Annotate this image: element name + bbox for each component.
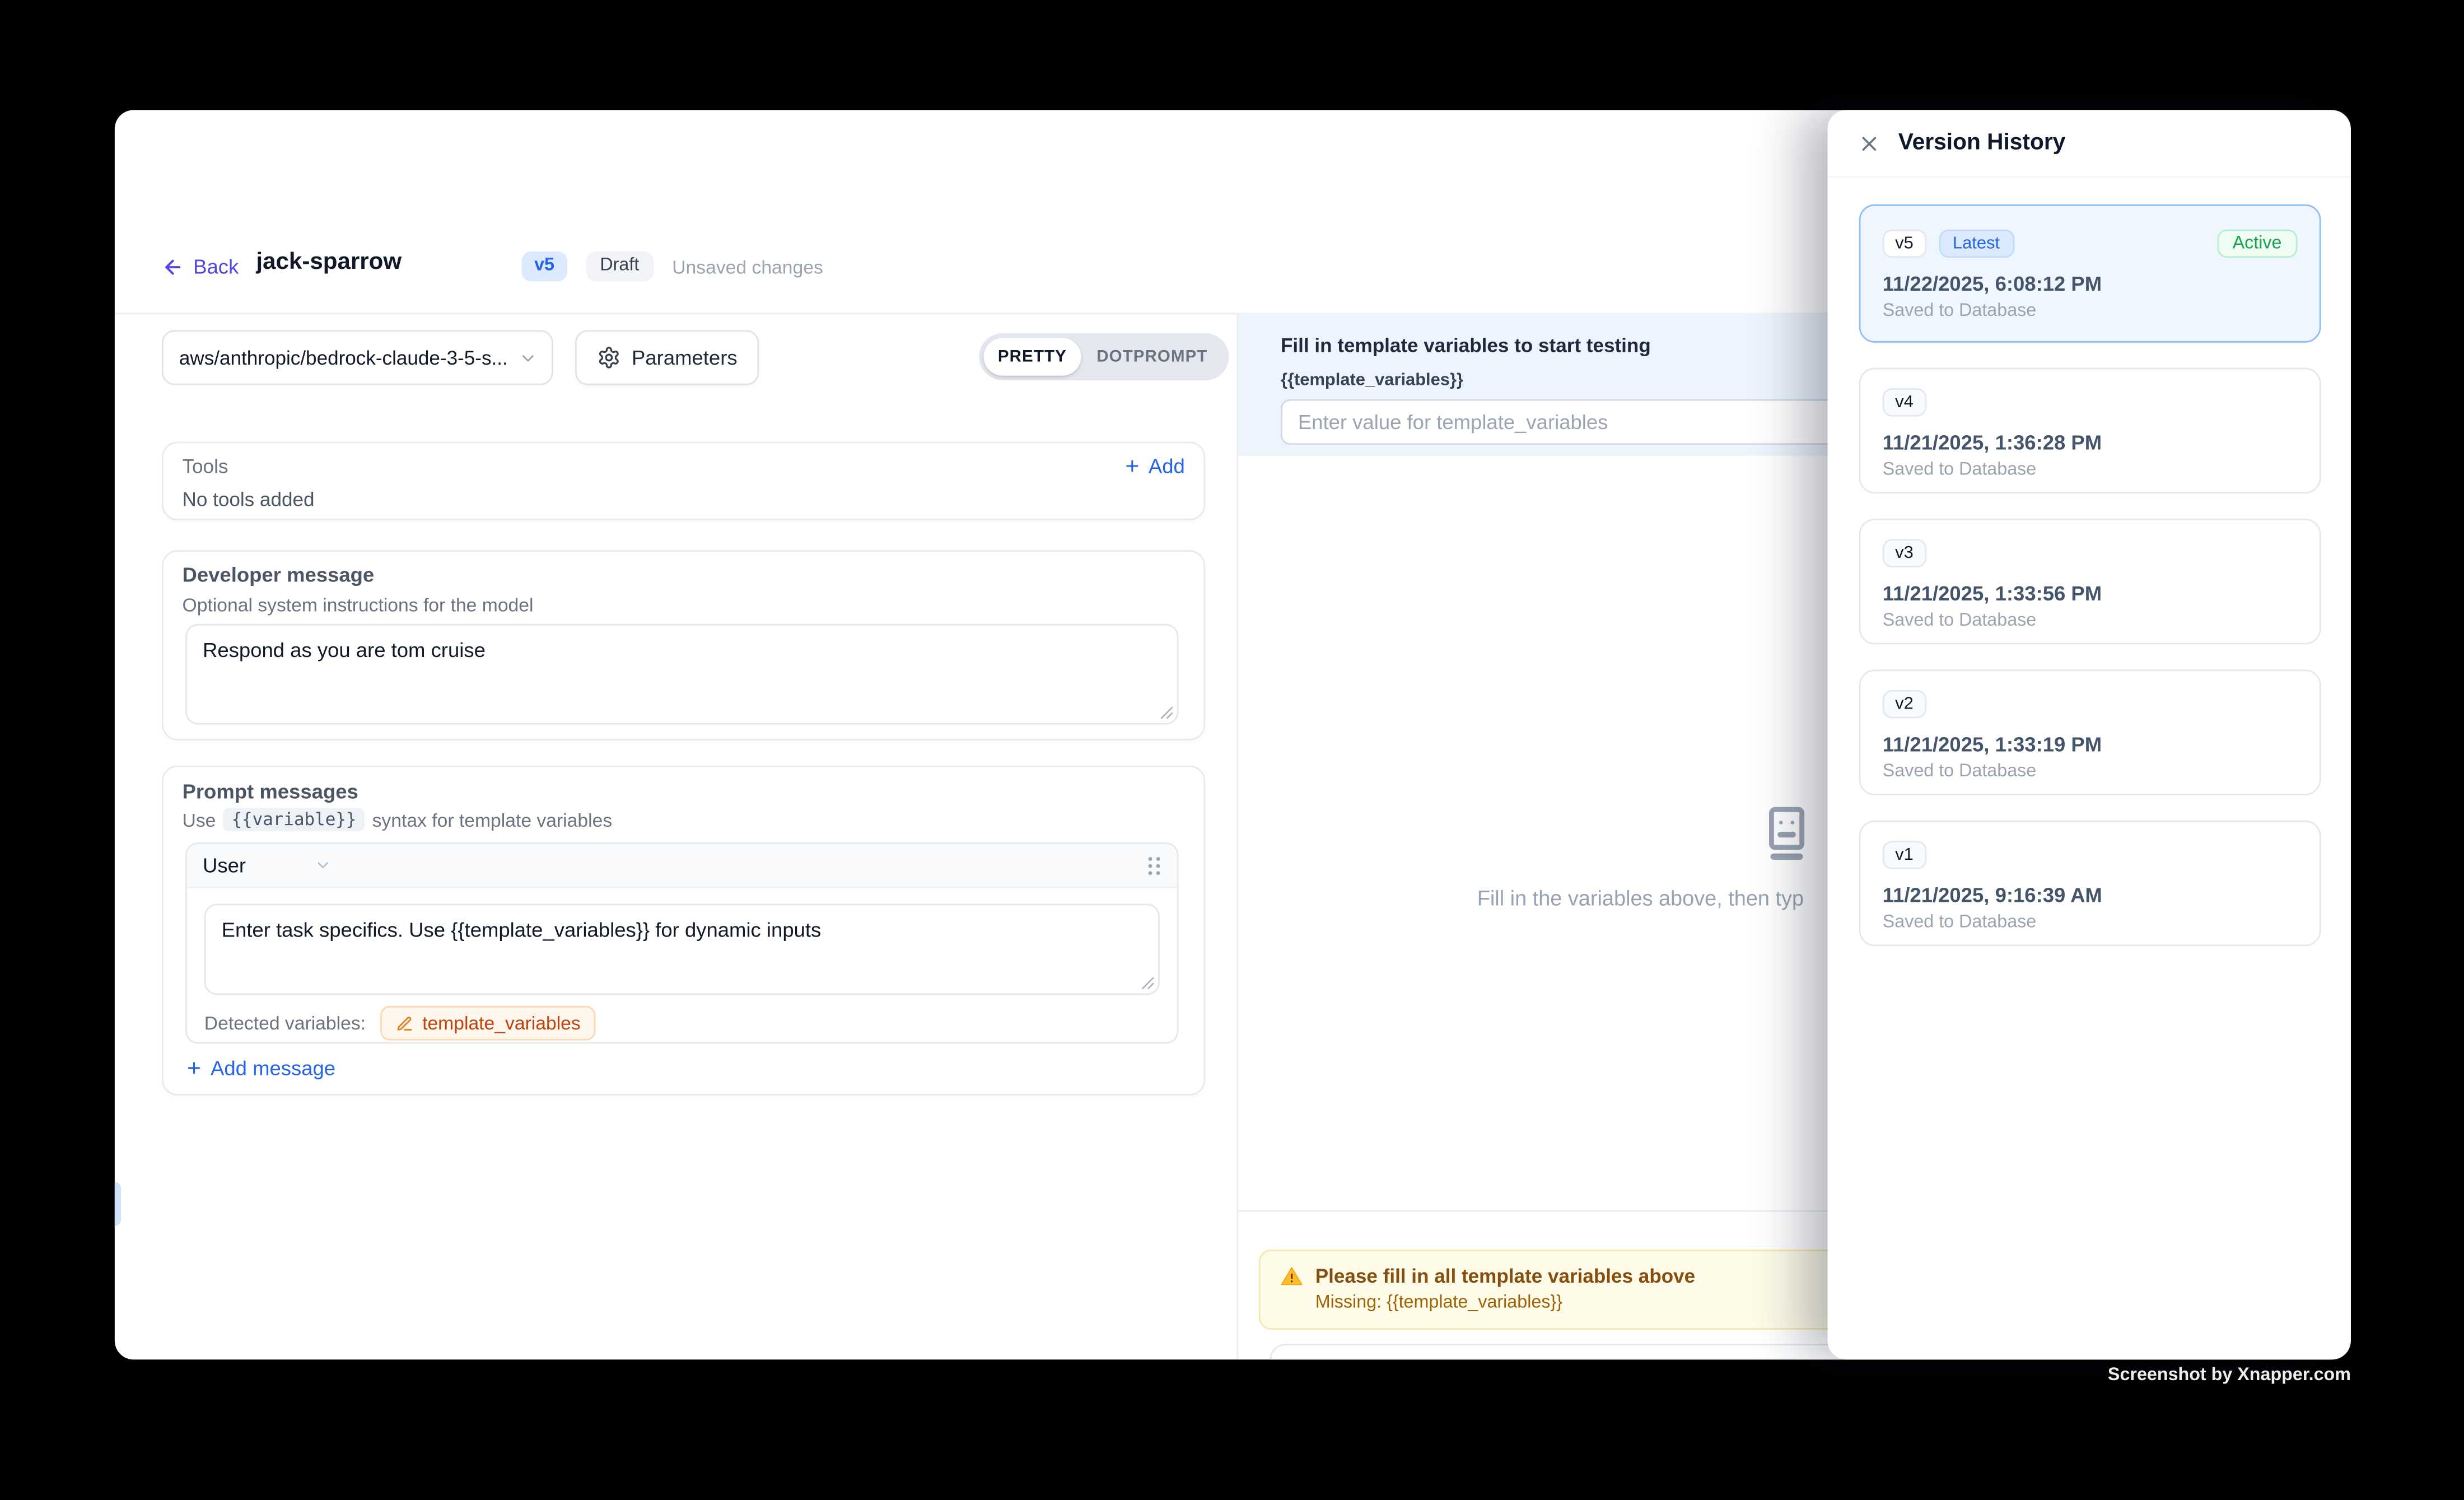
detected-variables-row: Detected variables: template_variables xyxy=(204,1006,596,1041)
resize-grip-icon[interactable] xyxy=(1141,976,1155,990)
version-history-drawer: Version History v5 Latest Active 11/22/2… xyxy=(1828,110,2351,1359)
version-history-title: Version History xyxy=(1898,131,2066,156)
version-timestamp: 11/21/2025, 9:16:39 AM xyxy=(1883,883,2298,907)
watermark-text: Screenshot by Xnapper.com xyxy=(2108,1366,2351,1385)
screenshot-stage: Back jack-sparrow v5 Draft Unsaved chang… xyxy=(0,0,2464,1500)
version-number-badge: v2 xyxy=(1883,690,1926,719)
back-button[interactable]: Back xyxy=(162,255,239,278)
prompt-messages-card: Prompt messages Use {{variable}} syntax … xyxy=(162,766,1205,1096)
toggle-pretty[interactable]: PRETTY xyxy=(984,338,1081,375)
version-saved-label: Saved to Database xyxy=(1883,302,2298,321)
model-select-value: aws/anthropic/bedrock-claude-3-5-s... xyxy=(179,347,508,369)
version-number-badge: v1 xyxy=(1883,841,1926,869)
model-select[interactable]: aws/anthropic/bedrock-claude-3-5-s... xyxy=(162,330,553,385)
warning-triangle-icon xyxy=(1281,1265,1303,1287)
active-status-badge: Active xyxy=(2217,230,2298,258)
page-title: jack-sparrow xyxy=(256,248,402,275)
version-card[interactable]: v3 11/21/2025, 1:33:56 PM Saved to Datab… xyxy=(1859,519,2321,644)
left-edge-notification-sliver xyxy=(115,1182,121,1226)
view-toggle: PRETTY DOTPROMPT xyxy=(979,333,1228,380)
message-header: User xyxy=(187,844,1177,888)
version-number-badge: v3 xyxy=(1883,539,1926,567)
chevron-down-icon[interactable] xyxy=(315,856,332,874)
tools-title: Tools xyxy=(183,456,228,478)
drag-handle-icon[interactable] xyxy=(1146,854,1161,876)
message-textarea[interactable]: Enter task specifics. Use {{template_var… xyxy=(204,904,1160,995)
parameters-button[interactable]: Parameters xyxy=(575,330,759,385)
back-label: Back xyxy=(193,255,239,278)
role-select[interactable]: User xyxy=(203,854,246,877)
version-timestamp: 11/21/2025, 1:33:56 PM xyxy=(1883,581,2298,605)
variable-badge[interactable]: template_variables xyxy=(380,1006,596,1041)
prompt-messages-title: Prompt messages xyxy=(183,780,358,803)
warning-title: Please fill in all template variables ab… xyxy=(1315,1265,1695,1287)
hint-variable-chip: {{variable}} xyxy=(223,808,364,831)
gear-icon xyxy=(597,346,620,369)
parameters-label: Parameters xyxy=(632,346,738,369)
prompt-messages-hint: Use {{variable}} syntax for template var… xyxy=(183,808,613,831)
version-timestamp: 11/21/2025, 1:36:28 PM xyxy=(1883,431,2298,454)
message-block: User Enter task specifics. Use {{templat… xyxy=(185,842,1178,1044)
version-number-badge: v5 xyxy=(1883,230,1926,258)
panel-divider xyxy=(1236,313,1238,1359)
version-saved-label: Saved to Database xyxy=(1883,612,2298,631)
version-list: v5 Latest Active 11/22/2025, 6:08:12 PM … xyxy=(1859,204,2321,971)
tools-card: Tools Add No tools added xyxy=(162,442,1205,520)
unsaved-changes-label: Unsaved changes xyxy=(672,255,823,277)
add-message-button[interactable]: Add message xyxy=(185,1056,335,1080)
version-number-badge: v4 xyxy=(1883,388,1926,417)
version-saved-label: Saved to Database xyxy=(1883,762,2298,781)
add-tool-button[interactable]: Add xyxy=(1123,454,1185,478)
version-card[interactable]: v1 11/21/2025, 9:16:39 AM Saved to Datab… xyxy=(1859,821,2321,946)
version-history-header: Version History xyxy=(1828,110,2351,178)
developer-message-title: Developer message xyxy=(183,563,375,586)
version-badge: v5 xyxy=(522,251,567,281)
add-tool-label: Add xyxy=(1149,454,1185,478)
version-timestamp: 11/21/2025, 1:33:19 PM xyxy=(1883,733,2298,756)
add-message-label: Add message xyxy=(211,1056,335,1080)
toggle-dotprompt[interactable]: DOTPROMPT xyxy=(1081,338,1223,375)
close-icon[interactable] xyxy=(1858,131,1881,155)
empty-state-text: Fill in the variables above, then typ xyxy=(1477,887,1804,910)
variable-badge-label: template_variables xyxy=(422,1012,581,1034)
chevron-down-icon xyxy=(519,348,538,367)
latest-badge: Latest xyxy=(1939,230,2014,258)
version-card[interactable]: v2 11/21/2025, 1:33:19 PM Saved to Datab… xyxy=(1859,669,2321,795)
bot-face-icon xyxy=(1755,802,1818,864)
resize-grip-icon[interactable] xyxy=(1160,706,1174,720)
hint-prefix: Use xyxy=(183,809,216,831)
header-badges: v5 Draft Unsaved changes xyxy=(522,251,823,281)
developer-message-textarea[interactable]: Respond as you are tom cruise xyxy=(185,624,1178,725)
version-timestamp: 11/22/2025, 6:08:12 PM xyxy=(1883,272,2298,295)
pencil-icon xyxy=(395,1014,413,1032)
version-card[interactable]: v4 11/21/2025, 1:36:28 PM Saved to Datab… xyxy=(1859,368,2321,493)
version-saved-label: Saved to Database xyxy=(1883,460,2298,479)
detected-variables-label: Detected variables: xyxy=(204,1012,366,1034)
arrow-left-icon xyxy=(162,255,184,277)
tools-empty-text: No tools added xyxy=(183,489,315,511)
developer-message-subtitle: Optional system instructions for the mod… xyxy=(183,594,534,616)
draft-badge: Draft xyxy=(586,251,653,281)
plus-icon xyxy=(1123,458,1141,475)
version-saved-label: Saved to Database xyxy=(1883,913,2298,932)
plus-icon xyxy=(185,1059,203,1077)
version-card[interactable]: v5 Latest Active 11/22/2025, 6:08:12 PM … xyxy=(1859,204,2321,343)
developer-message-card: Developer message Optional system instru… xyxy=(162,550,1205,740)
hint-suffix: syntax for template variables xyxy=(372,809,613,831)
